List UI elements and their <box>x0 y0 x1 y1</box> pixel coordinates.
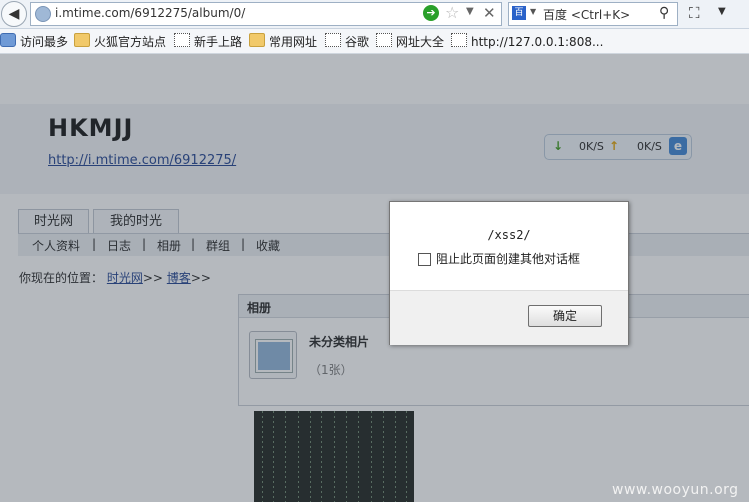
url-text[interactable]: i.mtime.com/6912275/album/0/ <box>55 6 245 20</box>
page-icon <box>325 33 341 47</box>
ok-button[interactable]: 确定 <box>528 305 602 327</box>
bookmark-label: http://127.0.0.1:808... <box>471 35 604 49</box>
watermark: www.wooyun.org <box>612 482 739 498</box>
dialog-message: /xss2/ <box>487 228 531 242</box>
bookmark-label: 访问最多 <box>20 35 69 49</box>
bookmarks-toolbar: 访问最多 火狐官方站点 新手上路 常用网址 谷歌 网址大全 http://127… <box>0 29 749 54</box>
bookmark-google[interactable]: 谷歌 <box>325 33 369 49</box>
bookmark-firefox-site[interactable]: 火狐官方站点 <box>74 33 166 49</box>
globe-icon <box>35 6 51 22</box>
baidu-icon[interactable]: 百 <box>512 6 526 20</box>
bookmark-most-visited[interactable]: 访问最多 <box>0 33 68 49</box>
bookmark-label: 谷歌 <box>345 35 370 49</box>
alert-dialog: /xss2/ 阻止此页面创建其他对话框 确定 <box>389 201 629 345</box>
modal-overlay <box>0 54 749 502</box>
address-bar[interactable]: i.mtime.com/6912275/album/0/ ➔ ☆ ▼ ✕ <box>30 2 502 26</box>
bookmark-localhost[interactable]: http://127.0.0.1:808... <box>451 33 603 49</box>
prevent-dialogs-label[interactable]: 阻止此页面创建其他对话框 <box>436 250 580 267</box>
bookmark-star-icon[interactable]: ☆ <box>445 3 459 22</box>
close-icon[interactable]: ✕ <box>483 4 496 22</box>
browser-navbar: ◀ i.mtime.com/6912275/album/0/ ➔ ☆ ▼ ✕ 百… <box>0 0 749 29</box>
folder-icon <box>249 33 265 47</box>
chevron-down-icon[interactable]: ▼ <box>530 7 536 16</box>
folder-icon <box>74 33 90 47</box>
bookmark-site-directory[interactable]: 网址大全 <box>376 33 444 49</box>
bookmark-common-sites[interactable]: 常用网址 <box>249 33 317 49</box>
prevent-dialogs-checkbox[interactable] <box>418 253 431 266</box>
screenshot-icon[interactable]: ⛶ <box>689 4 700 22</box>
search-bar[interactable]: 百 ▼ 百度 <Ctrl+K> ⚲ <box>508 2 678 26</box>
page-icon <box>174 33 190 47</box>
go-icon[interactable]: ➔ <box>423 5 439 21</box>
chevron-down-icon[interactable]: ▼ <box>718 6 726 17</box>
bookmark-label: 常用网址 <box>269 35 318 49</box>
bookmark-label: 火狐官方站点 <box>94 35 167 49</box>
back-button[interactable]: ◀ <box>1 1 27 27</box>
bookmark-label: 网址大全 <box>396 35 445 49</box>
page-icon <box>451 33 467 47</box>
search-icon[interactable]: ⚲ <box>659 5 669 21</box>
search-input[interactable]: 百度 <Ctrl+K> <box>543 6 630 23</box>
chevron-down-icon[interactable]: ▼ <box>466 6 474 17</box>
bookmark-label: 新手上路 <box>194 35 243 49</box>
search-bookmark-icon <box>0 33 16 47</box>
dialog-footer: 确定 <box>390 290 628 345</box>
bookmark-getting-started[interactable]: 新手上路 <box>174 33 242 49</box>
page-icon <box>376 33 392 47</box>
